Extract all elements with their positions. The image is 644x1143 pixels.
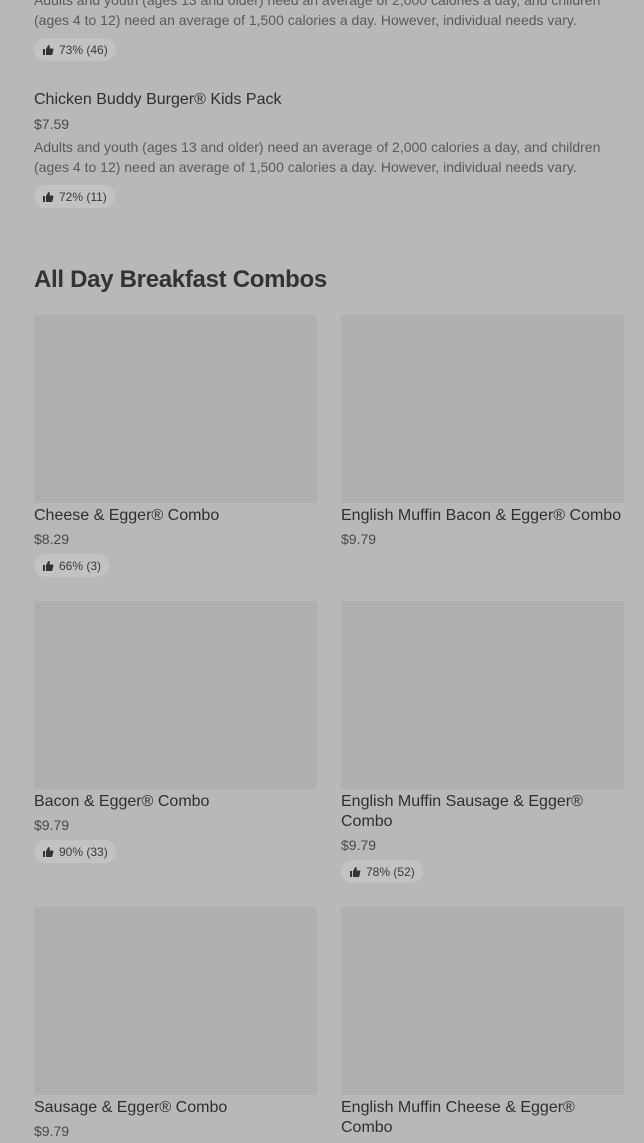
- card-price: $9.79: [34, 817, 70, 833]
- rating-text: 72% (11): [59, 189, 107, 204]
- rating-text: 78% (52): [366, 864, 415, 879]
- item-image: [34, 315, 317, 503]
- card-title: Sausage & Egger® Combo: [34, 1099, 228, 1116]
- rating-text: 73% (46): [59, 42, 108, 57]
- menu-card[interactable]: English Muffin Bacon & Egger® Combo $9.7…: [341, 315, 624, 548]
- item-description: Adults and youth (ages 13 and older) nee…: [34, 0, 601, 28]
- item-image: [34, 601, 317, 789]
- card-title: Cheese & Egger® Combo: [34, 507, 220, 524]
- rating-badge: 90% (33): [34, 840, 116, 863]
- item-price: $7.59: [34, 116, 70, 132]
- card-price: $9.79: [341, 531, 377, 547]
- thumbs-up-icon: [42, 191, 54, 203]
- rating-text: 90% (33): [59, 844, 108, 859]
- menu-page: Adults and youth (ages 13 and older) nee…: [0, 0, 644, 1143]
- thumbs-up-icon: [42, 44, 54, 56]
- menu-card[interactable]: Cheese & Egger® Combo $8.29 66% (3): [34, 315, 317, 577]
- card-price: $9.79: [34, 1123, 70, 1139]
- menu-card[interactable]: Bacon & Egger® Combo $9.79 90% (33): [34, 601, 317, 863]
- item-image: [341, 601, 624, 789]
- list-item-kids-pack[interactable]: Chicken Buddy Burger® Kids Pack $7.59 Ad…: [34, 90, 614, 208]
- thumbs-up-icon: [42, 846, 54, 858]
- menu-card[interactable]: Sausage & Egger® Combo $9.79: [34, 907, 317, 1140]
- item-image: [341, 315, 624, 503]
- rating-badge: 66% (3): [34, 554, 110, 577]
- rating-text: 66% (3): [59, 558, 102, 573]
- card-title: English Muffin Cheese & Egger® Combo: [341, 1099, 575, 1136]
- card-price: $8.29: [34, 531, 70, 547]
- rating-badge: 78% (52): [341, 860, 423, 883]
- card-title: English Muffin Bacon & Egger® Combo: [341, 507, 622, 524]
- thumbs-up-icon: [42, 560, 54, 572]
- item-description: Adults and youth (ages 13 and older) nee…: [34, 139, 601, 175]
- card-price: $9.79: [341, 837, 377, 853]
- rating-badge: 72% (11): [34, 185, 115, 208]
- section-title: All Day Breakfast Combos: [34, 266, 327, 293]
- card-title: English Muffin Sausage & Egger® Combo: [341, 793, 583, 830]
- menu-card[interactable]: English Muffin Cheese & Egger® Combo: [341, 907, 624, 1138]
- item-image: [341, 907, 624, 1095]
- thumbs-up-icon: [349, 866, 361, 878]
- card-title: Bacon & Egger® Combo: [34, 793, 210, 810]
- item-title: Chicken Buddy Burger® Kids Pack: [34, 91, 282, 108]
- item-image: [34, 907, 317, 1095]
- rating-badge: 73% (46): [34, 38, 116, 61]
- list-item-previous[interactable]: Adults and youth (ages 13 and older) nee…: [34, 0, 614, 61]
- menu-card[interactable]: English Muffin Sausage & Egger® Combo $9…: [341, 601, 624, 883]
